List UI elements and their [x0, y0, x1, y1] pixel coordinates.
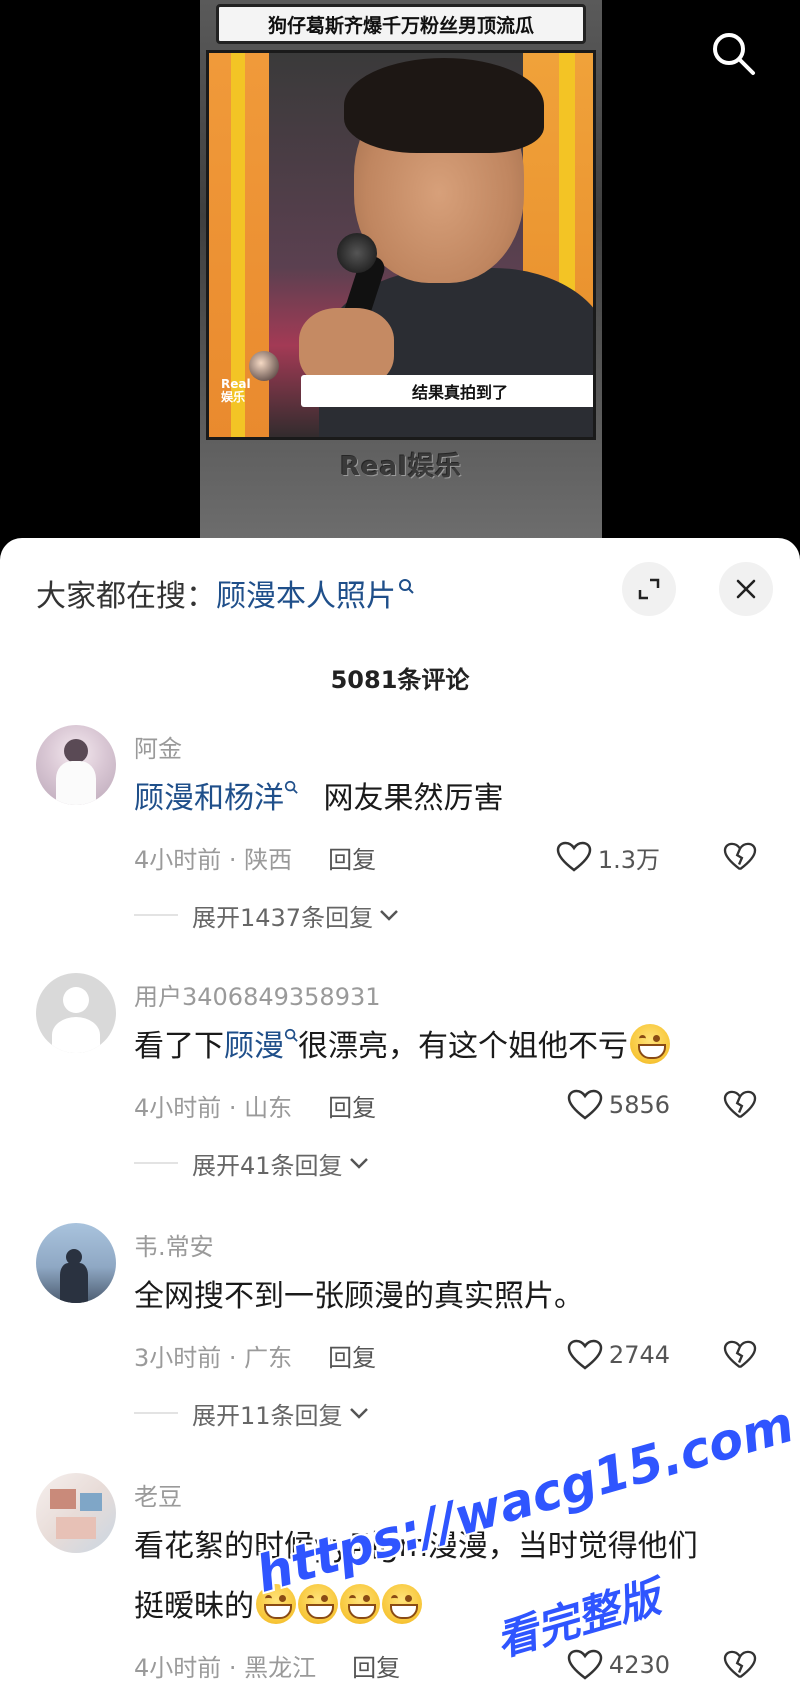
comment-username[interactable]: 阿金	[134, 729, 182, 764]
reply-button[interactable]: 回复	[328, 1088, 376, 1123]
comment-username[interactable]: 用户3406849358931	[134, 977, 381, 1012]
expand-panel-button[interactable]	[622, 562, 676, 616]
reply-button[interactable]: 回复	[328, 1338, 376, 1373]
comment-meta: 4小时前 · 山东 回复	[134, 1085, 376, 1125]
heart-icon	[567, 1649, 603, 1680]
microphone-head	[337, 233, 377, 273]
like-count: 2744	[608, 1341, 670, 1369]
expand-replies[interactable]: 展开41条回复	[134, 1143, 369, 1183]
chevron-down-icon	[380, 910, 398, 921]
avatar[interactable]	[36, 1223, 116, 1303]
broken-heart-icon	[723, 1090, 757, 1119]
video-brand: Real娱乐	[339, 452, 463, 482]
comment-panel: 大家都在搜： 顾漫本人照片 5081条评论 阿金 顾漫和杨洋 网友果然厉害 4小…	[0, 538, 800, 1701]
grin-emoji-icon	[298, 1584, 338, 1624]
person-hair	[344, 58, 544, 153]
avatar[interactable]	[36, 725, 116, 805]
comment-search-link[interactable]: 顾漫	[224, 1029, 284, 1064]
video-scene: Real 娱乐 结果真拍到了	[206, 50, 596, 440]
broken-heart-icon	[723, 1650, 757, 1679]
heart-icon	[556, 841, 592, 872]
broken-heart-icon	[723, 1340, 757, 1369]
comment-count: 5081条评论	[330, 666, 470, 694]
comment-text-body: 很漂亮，有这个姐他不亏	[298, 1029, 628, 1064]
avatar[interactable]	[36, 973, 116, 1053]
dislike-button[interactable]	[720, 837, 760, 877]
expand-replies[interactable]: 展开1437条回复	[134, 895, 399, 935]
comment-text: 顾漫和杨洋 网友果然厉害	[134, 769, 764, 829]
search-mini-icon	[284, 1028, 298, 1042]
divider	[134, 1412, 178, 1414]
expand-replies[interactable]: 展开11条回复	[134, 1393, 369, 1433]
like-count: 4230	[608, 1651, 670, 1679]
comment-text-before: 看了下	[134, 1029, 224, 1064]
comment-time: 4小时前 · 山东	[134, 1093, 293, 1122]
heart-icon	[567, 1089, 603, 1120]
expand-replies-label: 展开1437条回复	[192, 903, 374, 932]
reply-button[interactable]: 回复	[352, 1648, 400, 1683]
like-button[interactable]: 2744	[567, 1335, 670, 1375]
like-count: 5856	[608, 1091, 670, 1119]
reply-button[interactable]: 回复	[328, 840, 376, 875]
heart-icon	[567, 1339, 603, 1370]
grin-emoji-icon	[382, 1584, 422, 1624]
comment-text-line2: 挺暧昧的	[134, 1589, 254, 1624]
avatar[interactable]	[36, 1473, 116, 1553]
comment-time: 4小时前 · 黑龙江	[134, 1653, 317, 1682]
comment-time: 4小时前 · 陕西	[134, 845, 293, 874]
divider	[134, 914, 178, 916]
comment-meta: 3小时前 · 广东 回复	[134, 1335, 376, 1375]
comment-username[interactable]: 老豆	[134, 1477, 182, 1512]
comment-meta: 4小时前 · 陕西 回复	[134, 837, 376, 877]
grin-emoji-icon	[630, 1024, 670, 1064]
comment-search-link[interactable]: 顾漫和杨洋	[134, 781, 284, 816]
comment-text: 全网搜不到一张顾漫的真实照片。	[134, 1279, 584, 1314]
corner-logo-line2: 娱乐	[221, 390, 246, 405]
search-mini-icon	[399, 579, 414, 594]
divider	[134, 1162, 178, 1164]
dislike-button[interactable]	[720, 1645, 760, 1685]
search-icon	[713, 33, 755, 75]
comment-text: 看花絮的时候yy叫gm漫漫，当时觉得他们 挺暧昧的	[134, 1517, 764, 1637]
video-frame: 狗仔葛斯齐爆千万粉丝男顶流瓜 Real 娱乐 结果真拍到了 Real娱乐	[200, 0, 602, 540]
chevron-down-icon	[349, 1158, 368, 1169]
dislike-button[interactable]	[720, 1335, 760, 1375]
like-count: 1.3万	[597, 845, 660, 874]
video-player[interactable]: 狗仔葛斯齐爆千万粉丝男顶流瓜 Real 娱乐 结果真拍到了 Real娱乐	[0, 0, 800, 560]
chevron-down-icon	[349, 1408, 368, 1419]
close-panel-button[interactable]	[719, 562, 773, 616]
search-button[interactable]	[708, 28, 758, 78]
dislike-button[interactable]	[720, 1085, 760, 1125]
broken-heart-icon	[723, 842, 757, 871]
expand-replies-label: 展开11条回复	[192, 1401, 343, 1430]
expand-icon	[638, 578, 660, 600]
like-button[interactable]: 1.3万	[556, 837, 660, 877]
comment-username[interactable]: 韦.常安	[134, 1227, 214, 1262]
corner-logo: Real 娱乐	[221, 377, 251, 405]
comment-text-body: 网友果然厉害	[323, 781, 504, 816]
like-button[interactable]: 4230	[567, 1645, 670, 1685]
search-mini-icon	[284, 780, 298, 794]
comment-text: 看了下顾漫 很漂亮，有这个姐他不亏	[134, 1017, 764, 1077]
video-subtitle: 结果真拍到了	[301, 375, 593, 407]
close-icon	[736, 579, 756, 599]
like-button[interactable]: 5856	[567, 1085, 670, 1125]
trending-search-prefix: 大家都在搜：	[36, 579, 216, 614]
comment-text-line2-wrap: 挺暧昧的	[134, 1577, 764, 1637]
grin-emoji-icon	[256, 1584, 296, 1624]
video-title: 狗仔葛斯齐爆千万粉丝男顶流瓜	[216, 4, 586, 44]
grin-emoji-icon	[340, 1584, 380, 1624]
trending-search-term[interactable]: 顾漫本人照片	[216, 571, 396, 615]
comment-text-line1: 看花絮的时候yy叫gm漫漫，当时觉得他们	[134, 1529, 698, 1564]
comment-meta: 4小时前 · 黑龙江 回复	[134, 1645, 400, 1685]
trending-search[interactable]: 大家都在搜： 顾漫本人照片	[36, 568, 414, 618]
mascot-icon	[249, 351, 279, 381]
comment-time: 3小时前 · 广东	[134, 1343, 293, 1372]
expand-replies-label: 展开41条回复	[192, 1151, 343, 1180]
